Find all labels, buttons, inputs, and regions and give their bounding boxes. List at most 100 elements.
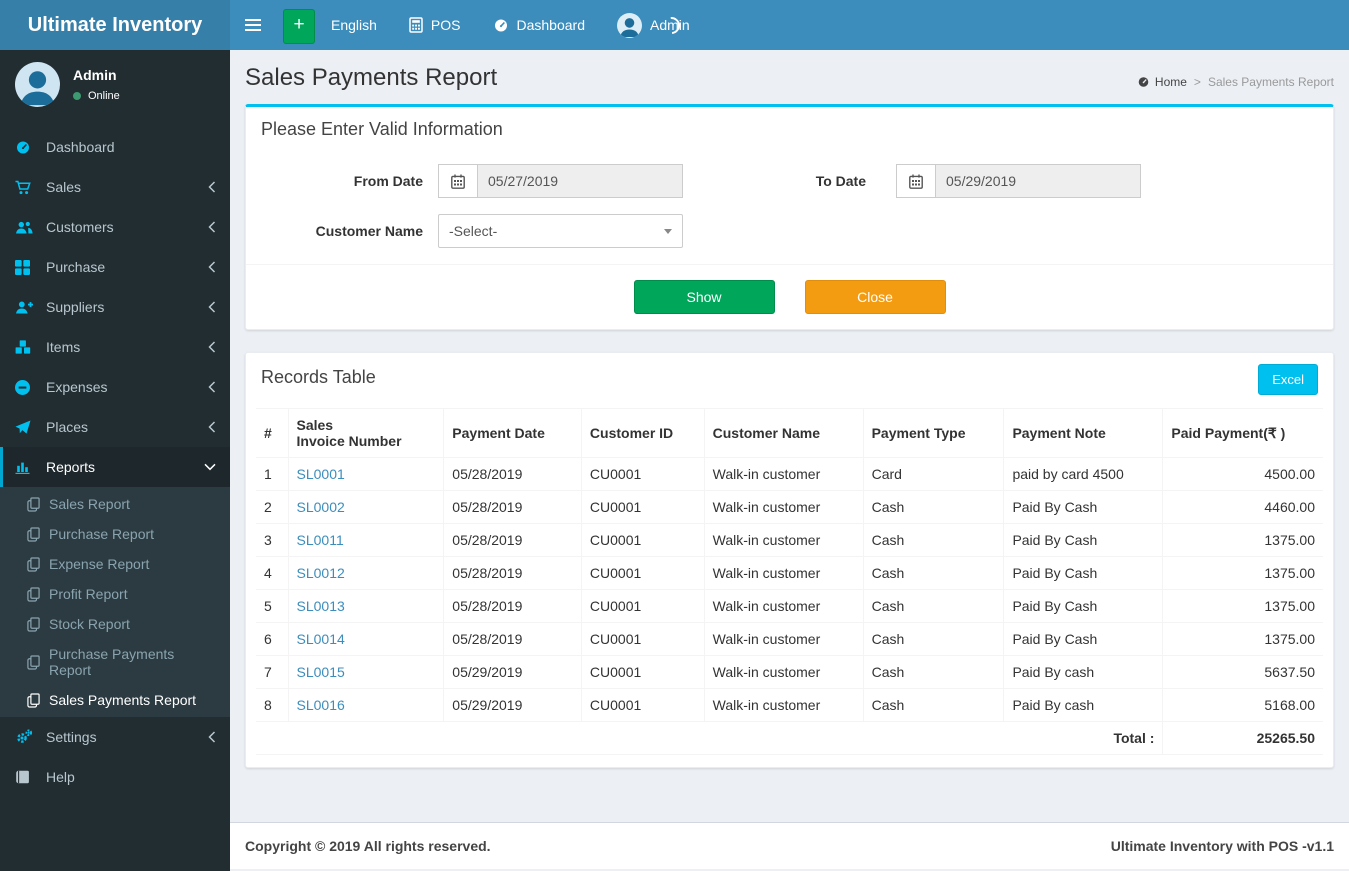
row-index: 5: [256, 589, 289, 623]
bar-chart-icon: [15, 460, 39, 474]
user-status: Online: [73, 90, 120, 102]
top-navbar: + English POS Dashboard Admin: [230, 0, 1349, 50]
submenu-purchase-report[interactable]: Purchase Report: [0, 519, 230, 549]
customer-id-cell: CU0001: [580, 622, 705, 656]
sidebar-item-dashboard[interactable]: Dashboard: [0, 127, 230, 167]
payment-note-cell: paid by card 4500: [1003, 457, 1164, 491]
payment-date-cell: 05/29/2019: [443, 688, 582, 722]
customer-name-cell: Walk-in customer: [703, 688, 864, 722]
to-date-input[interactable]: [936, 164, 1141, 198]
customer-id-cell: CU0001: [580, 655, 705, 689]
sidebar-toggle-button[interactable]: [230, 0, 276, 50]
records-panel-title: Records Table: [261, 367, 376, 387]
invoice-link[interactable]: SL0011: [297, 532, 344, 548]
row-index: 3: [256, 523, 289, 557]
dashboard-icon: [493, 18, 509, 33]
sidebar-item-help[interactable]: Help: [0, 757, 230, 797]
close-button[interactable]: Close: [804, 280, 946, 314]
invoice-link[interactable]: SL0002: [297, 499, 345, 515]
users-icon: [15, 220, 39, 234]
copy-icon: [27, 556, 40, 572]
sidebar-item-customers[interactable]: Customers: [0, 207, 230, 247]
calendar-icon[interactable]: [438, 164, 478, 198]
table-row: 3 SL0011 05/28/2019 CU0001 Walk-in custo…: [256, 523, 1323, 557]
chevron-left-icon: [208, 221, 216, 233]
invoice-link[interactable]: SL0013: [297, 598, 345, 614]
total-label: Total :: [1003, 721, 1163, 755]
table-row: 4 SL0012 05/28/2019 CU0001 Walk-in custo…: [256, 556, 1323, 590]
submenu-stock-report[interactable]: Stock Report: [0, 609, 230, 639]
customer-name-cell: Walk-in customer: [703, 622, 864, 656]
invoice-link[interactable]: SL0016: [297, 697, 345, 713]
copyright-text: Copyright © 2019 All rights reserved.: [245, 838, 491, 854]
row-index: 8: [256, 688, 289, 722]
chevron-left-icon: [208, 421, 216, 433]
table-row: 8 SL0016 05/29/2019 CU0001 Walk-in custo…: [256, 688, 1323, 722]
user-menu[interactable]: Admin: [601, 0, 706, 50]
paid-payment-cell: 1375.00: [1162, 589, 1323, 623]
pos-link[interactable]: POS: [393, 0, 477, 50]
calendar-icon[interactable]: [896, 164, 936, 198]
records-panel: Records Table Excel # Sales Invoice Numb…: [245, 352, 1334, 768]
payment-note-cell: Paid By Cash: [1003, 523, 1164, 557]
breadcrumb: Home > Sales Payments Report: [1137, 75, 1334, 92]
submenu-profit-report[interactable]: Profit Report: [0, 579, 230, 609]
customer-select[interactable]: -Select-: [438, 214, 683, 248]
menu-icon: [245, 19, 261, 31]
dashboard-label: Dashboard: [516, 17, 586, 33]
table-row: 7 SL0015 05/29/2019 CU0001 Walk-in custo…: [256, 655, 1323, 689]
to-date-label: To Date: [815, 173, 866, 189]
table-row: 1 SL0001 05/28/2019 CU0001 Walk-in custo…: [256, 457, 1323, 491]
brand-logo[interactable]: Ultimate Inventory: [0, 0, 230, 50]
customer-name-cell: Walk-in customer: [703, 589, 864, 623]
sidebar-item-settings[interactable]: Settings: [0, 717, 230, 757]
sidebar-item-items[interactable]: Items: [0, 327, 230, 367]
filter-panel-title: Please Enter Valid Information: [261, 119, 503, 139]
submenu-expense-report[interactable]: Expense Report: [0, 549, 230, 579]
show-button[interactable]: Show: [633, 280, 775, 314]
payment-date-cell: 05/28/2019: [443, 490, 582, 524]
sidebar-menu: Dashboard Sales Customers Purchase Suppl…: [0, 127, 230, 487]
submenu-sales-report[interactable]: Sales Report: [0, 489, 230, 519]
sidebar-item-expenses[interactable]: Expenses: [0, 367, 230, 407]
customer-id-cell: CU0001: [580, 523, 705, 557]
paid-payment-cell: 1375.00: [1162, 556, 1323, 590]
submenu-purchase-payments-report[interactable]: Purchase Payments Report: [0, 639, 230, 685]
payment-note-cell: Paid By Cash: [1003, 622, 1164, 656]
invoice-link[interactable]: SL0015: [297, 664, 345, 680]
sidebar-item-reports[interactable]: Reports: [0, 447, 230, 487]
from-date-input[interactable]: [478, 164, 683, 198]
invoice-link[interactable]: SL0001: [297, 466, 345, 482]
sidebar-item-places[interactable]: Places: [0, 407, 230, 447]
quick-add-button[interactable]: +: [283, 9, 315, 44]
sidebar-item-purchase[interactable]: Purchase: [0, 247, 230, 287]
invoice-link[interactable]: SL0014: [297, 631, 345, 647]
chevron-left-icon: [208, 341, 216, 353]
dashboard-link[interactable]: Dashboard: [477, 0, 602, 50]
sidebar-item-sales[interactable]: Sales: [0, 167, 230, 207]
calculator-icon: [409, 17, 423, 33]
table-row: 2 SL0002 05/28/2019 CU0001 Walk-in custo…: [256, 490, 1323, 524]
breadcrumb-home[interactable]: Home: [1137, 75, 1187, 89]
col-payment-type: Payment Type: [862, 408, 1005, 458]
chevron-left-icon: [208, 261, 216, 273]
speedometer-icon: [15, 140, 39, 155]
submenu-sales-payments-report[interactable]: Sales Payments Report: [0, 685, 230, 715]
row-index: 1: [256, 457, 289, 491]
invoice-link[interactable]: SL0012: [297, 565, 345, 581]
excel-export-button[interactable]: Excel: [1258, 364, 1318, 395]
language-menu[interactable]: English: [315, 0, 393, 50]
payment-type-cell: Cash: [862, 622, 1005, 656]
col-paid-payment: Paid Payment(₹ ): [1162, 408, 1323, 458]
cart-icon: [15, 180, 39, 195]
customer-id-cell: CU0001: [580, 556, 705, 590]
page-footer: Copyright © 2019 All rights reserved. Ul…: [230, 822, 1349, 869]
customer-name-cell: Walk-in customer: [703, 490, 864, 524]
content-area: Sales Payments Report Home > Sales Payme…: [230, 50, 1349, 822]
book-icon: [15, 770, 39, 784]
reports-submenu: Sales Report Purchase Report Expense Rep…: [0, 487, 230, 717]
user-plus-icon: [15, 300, 39, 314]
payment-type-cell: Cash: [862, 655, 1005, 689]
sidebar-item-suppliers[interactable]: Suppliers: [0, 287, 230, 327]
to-date-group: [896, 164, 1141, 198]
